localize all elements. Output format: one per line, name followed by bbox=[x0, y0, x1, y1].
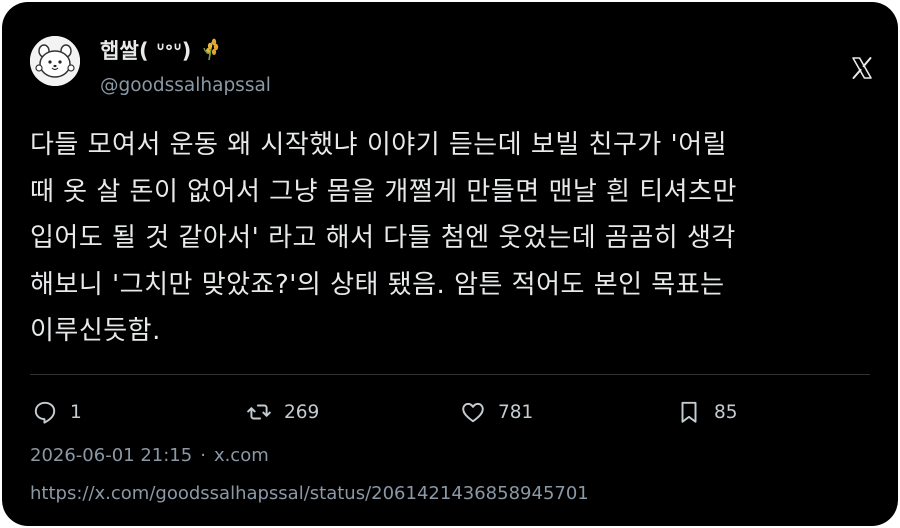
bookmark-button[interactable]: 85 bbox=[676, 397, 738, 427]
avatar[interactable] bbox=[30, 36, 80, 86]
meta-separator: · bbox=[200, 445, 206, 466]
source-link[interactable]: x.com bbox=[214, 445, 269, 466]
like-count: 781 bbox=[498, 401, 534, 423]
timestamp[interactable]: 2026-06-01 21:15 bbox=[30, 445, 192, 466]
repost-count: 269 bbox=[284, 401, 320, 423]
status-url[interactable]: https://x.com/goodssalhapssal/status/206… bbox=[30, 483, 589, 504]
reply-button[interactable]: 1 bbox=[32, 397, 82, 427]
reply-count: 1 bbox=[70, 401, 82, 423]
wheat-emoji-icon bbox=[203, 38, 219, 61]
author-handle[interactable]: @goodssalhapssal bbox=[100, 75, 271, 96]
x-logo-icon[interactable] bbox=[850, 56, 874, 80]
repost-button[interactable]: 269 bbox=[246, 397, 319, 427]
tweet-text: 다들 모여서 운동 왜 시작했냐 이야기 듣는데 보빌 친구가 '어릴 때 옷 … bbox=[30, 130, 737, 346]
tweet-card: 햅쌀( ᐡᐤᐡ) @goodssalhapssal 다들 모여서 운동 왜 시작… bbox=[2, 2, 898, 526]
repost-icon bbox=[247, 404, 271, 420]
author-name-text: 햅쌀( ᐡᐤᐡ) bbox=[100, 39, 192, 63]
bookmark-icon bbox=[681, 401, 697, 423]
tweet-meta: 2026-06-01 21:15 · x.com bbox=[30, 445, 269, 466]
cartoon-dog-avatar-icon bbox=[30, 36, 80, 86]
divider bbox=[30, 374, 870, 375]
bookmark-count: 85 bbox=[714, 401, 738, 423]
author-display-name[interactable]: 햅쌀( ᐡᐤᐡ) bbox=[100, 35, 221, 65]
like-button[interactable]: 781 bbox=[460, 397, 533, 427]
reply-icon bbox=[34, 401, 56, 424]
heart-icon bbox=[462, 402, 484, 423]
